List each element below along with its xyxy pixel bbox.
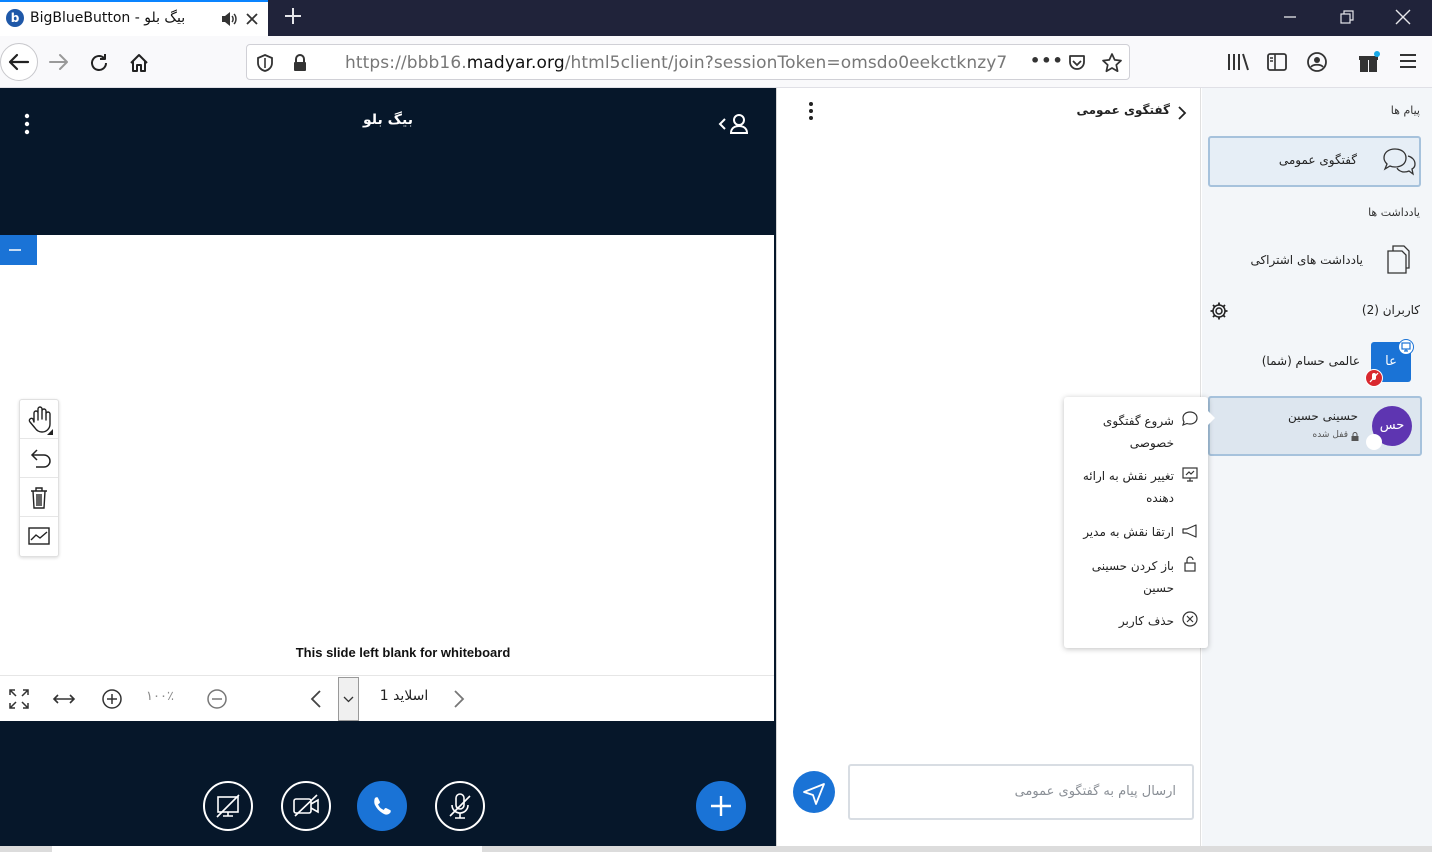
sidebar-toggle-icon[interactable]	[1266, 51, 1288, 73]
share-webcam-button[interactable]	[281, 781, 331, 831]
forward-icon[interactable]	[48, 52, 70, 72]
locked-icon	[1350, 431, 1360, 442]
browser-navbar: https://bbb16.madyar.org/html5client/joi…	[0, 36, 1432, 88]
previous-slide-icon[interactable]	[309, 688, 323, 710]
shared-notes-item[interactable]: یادداشت های اشتراکی	[1208, 238, 1421, 284]
page-actions-menu-icon[interactable]: •••	[1030, 51, 1064, 70]
extensions-icon[interactable]	[1358, 50, 1382, 74]
menu-item-promote-moderator[interactable]: ارتقا نقش به مدیر	[1064, 521, 1174, 543]
url-domain: madyar.org	[466, 53, 565, 73]
whiteboard-toolbar	[19, 399, 59, 557]
public-chat-item[interactable]: گفتگوی عمومی	[1208, 136, 1421, 187]
account-icon[interactable]	[1306, 51, 1328, 73]
zoom-in-icon[interactable]	[101, 688, 123, 710]
user-context-menu: شروع گفتگوی خصوصی تغییر نقش به ارائه دهن…	[1064, 397, 1208, 648]
tracking-shield-icon[interactable]	[256, 53, 274, 73]
slide-caption: This slide left blank for whiteboard	[295, 645, 511, 660]
home-icon[interactable]	[128, 52, 150, 74]
zoom-level: ۱۰۰٪	[146, 689, 174, 704]
taskbar-highlight	[52, 846, 482, 852]
whiteboard-slide[interactable]: This slide left blank for whiteboard	[0, 235, 774, 675]
leave-audio-button[interactable]	[357, 781, 407, 831]
meeting-title: بیگ بلو	[363, 112, 413, 128]
zoom-out-icon[interactable]	[206, 688, 228, 710]
mute-microphone-button[interactable]	[435, 781, 485, 831]
notes-document-icon	[1384, 243, 1412, 277]
taskbar-strip	[0, 846, 1432, 852]
chat-message-input[interactable]: ارسال پیام به گفتگوی عمومی	[848, 764, 1194, 820]
fit-to-width-icon[interactable]	[51, 689, 77, 709]
slide-select-dropdown[interactable]	[338, 677, 359, 721]
url-path: /html5client/join?sessionToken=omsdo0eek…	[564, 53, 1008, 73]
window-restore-icon[interactable]	[1337, 8, 1357, 26]
context-menu-arrow	[1207, 410, 1215, 426]
pocket-icon[interactable]	[1067, 53, 1087, 73]
users-heading: کاربران (2)	[1361, 303, 1420, 317]
tab-close-icon[interactable]	[244, 11, 260, 27]
window-minimize-icon[interactable]	[1280, 8, 1300, 26]
user-list-sidebar	[1202, 88, 1432, 852]
lock-icon[interactable]	[291, 53, 309, 73]
muted-mic-badge-icon	[1365, 369, 1383, 387]
menu-item-make-presenter[interactable]: تغییر نقش به ارائه دهنده	[1064, 465, 1174, 509]
share-screen-button[interactable]	[203, 781, 253, 831]
user-settings-gear-icon[interactable]	[1209, 301, 1229, 321]
next-slide-icon[interactable]	[452, 688, 466, 710]
speaker-icon[interactable]	[220, 11, 238, 27]
browser-tab[interactable]: b BigBlueButton - بیگ بلو	[0, 0, 268, 36]
menu-item-remove-user[interactable]: حذف کاربر	[1064, 610, 1174, 632]
hamburger-menu-icon[interactable]	[1398, 52, 1418, 70]
chat-bubble-icon	[1180, 410, 1200, 428]
url-prefix: https://bbb16.	[345, 53, 467, 73]
url-text[interactable]: https://bbb16.madyar.org/html5client/joi…	[345, 53, 1007, 73]
menu-item-private-chat[interactable]: شروع گفتگوی خصوصی	[1064, 410, 1174, 454]
public-chat-label: گفتگوی عمومی	[1278, 153, 1357, 167]
clear-annotations-button[interactable]	[20, 478, 58, 517]
chat-input-placeholder: ارسال پیام به گفتگوی عمومی	[1014, 784, 1176, 799]
user-name: عالمی حسام (شما)	[1261, 354, 1360, 368]
chat-header-title: گفتگوی عمومی	[1076, 103, 1170, 117]
new-tab-icon[interactable]	[283, 6, 303, 26]
url-bar[interactable]: https://bbb16.madyar.org/html5client/joi…	[246, 44, 1130, 80]
reload-icon[interactable]	[88, 52, 110, 74]
remove-circle-icon	[1180, 610, 1200, 628]
tab-title: BigBlueButton - بیگ بلو	[30, 10, 186, 26]
slide-label: اسلاید 1	[379, 688, 429, 704]
promote-icon	[1180, 522, 1200, 540]
messages-heading: پیام ها	[1390, 104, 1420, 117]
actions-plus-button[interactable]	[696, 781, 746, 831]
send-message-button[interactable]	[793, 771, 835, 813]
chat-bubbles-icon	[1380, 145, 1418, 179]
pan-tool-button[interactable]	[20, 400, 58, 439]
undo-button[interactable]	[20, 439, 58, 478]
library-icon[interactable]	[1226, 51, 1250, 73]
menu-item-unlock-user[interactable]: باز کردن حسینی حسین	[1064, 555, 1174, 599]
multi-user-whiteboard-button[interactable]	[20, 517, 58, 556]
status-dot	[1366, 434, 1382, 450]
back-button[interactable]	[0, 43, 38, 81]
user-status: قفل شده	[1312, 430, 1348, 440]
user-list-item[interactable]: عا عالمی حسام (شما)	[1208, 338, 1422, 388]
shared-notes-label: یادداشت های اشتراکی	[1250, 253, 1363, 267]
window-close-icon[interactable]	[1393, 8, 1413, 26]
chat-back-chevron-icon[interactable]	[1176, 104, 1188, 122]
bbb-favicon-icon: b	[6, 9, 24, 27]
browser-titlebar: b BigBlueButton - بیگ بلو	[0, 0, 1432, 36]
minimize-presentation-button[interactable]	[0, 235, 37, 265]
fullscreen-icon[interactable]	[8, 688, 30, 710]
user-name: حسینی حسین	[1287, 409, 1358, 423]
presentation-toolbar: ۱۰۰٪ اسلاید 1	[0, 675, 774, 721]
bookmark-star-icon[interactable]	[1101, 52, 1123, 74]
notes-heading: یادداشت ها	[1368, 206, 1420, 219]
unlock-icon	[1180, 555, 1200, 573]
chat-options-kebab-icon[interactable]	[801, 100, 821, 122]
user-list-toggle-icon[interactable]	[717, 112, 751, 136]
user-list-item-selected[interactable]: حس حسینی حسین قفل شده	[1208, 396, 1422, 456]
presentation-icon	[1180, 466, 1200, 484]
presenter-badge-icon	[1398, 339, 1414, 355]
